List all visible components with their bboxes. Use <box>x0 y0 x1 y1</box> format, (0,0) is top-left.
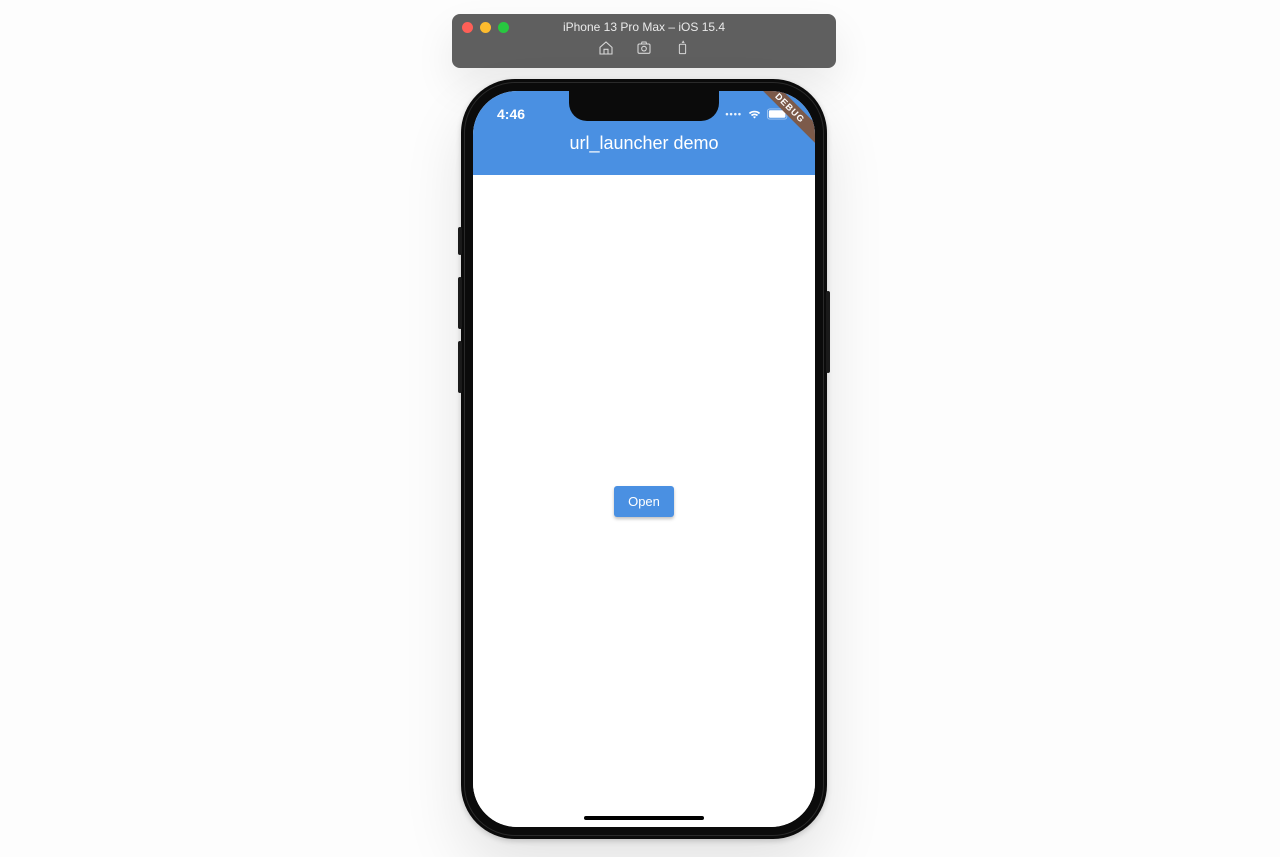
simulator-toolbar: iPhone 13 Pro Max – iOS 15.4 <box>452 14 836 68</box>
home-icon[interactable] <box>598 40 614 56</box>
phone-screen: DEBUG 4:46 •••• url_launcher demo Open <box>473 91 815 827</box>
device-notch <box>569 91 719 121</box>
phone-device-frame: DEBUG 4:46 •••• url_launcher demo Open <box>461 79 827 839</box>
simulator-actions <box>598 40 690 56</box>
cellular-icon: •••• <box>725 109 742 119</box>
close-window-button[interactable] <box>462 22 473 33</box>
home-indicator[interactable] <box>584 816 704 820</box>
simulator-title: iPhone 13 Pro Max – iOS 15.4 <box>563 20 725 34</box>
zoom-window-button[interactable] <box>498 22 509 33</box>
volume-down-button <box>458 341 462 393</box>
app-body: Open <box>473 175 815 827</box>
window-traffic-lights <box>462 22 509 33</box>
wifi-icon <box>747 108 762 120</box>
power-button <box>826 291 830 373</box>
mute-switch <box>458 227 462 255</box>
open-button[interactable]: Open <box>614 486 674 517</box>
app-bar-title: url_launcher demo <box>473 131 815 154</box>
minimize-window-button[interactable] <box>480 22 491 33</box>
status-time: 4:46 <box>497 106 525 122</box>
rotate-icon[interactable] <box>674 40 690 56</box>
screenshot-icon[interactable] <box>636 40 652 56</box>
volume-up-button <box>458 277 462 329</box>
